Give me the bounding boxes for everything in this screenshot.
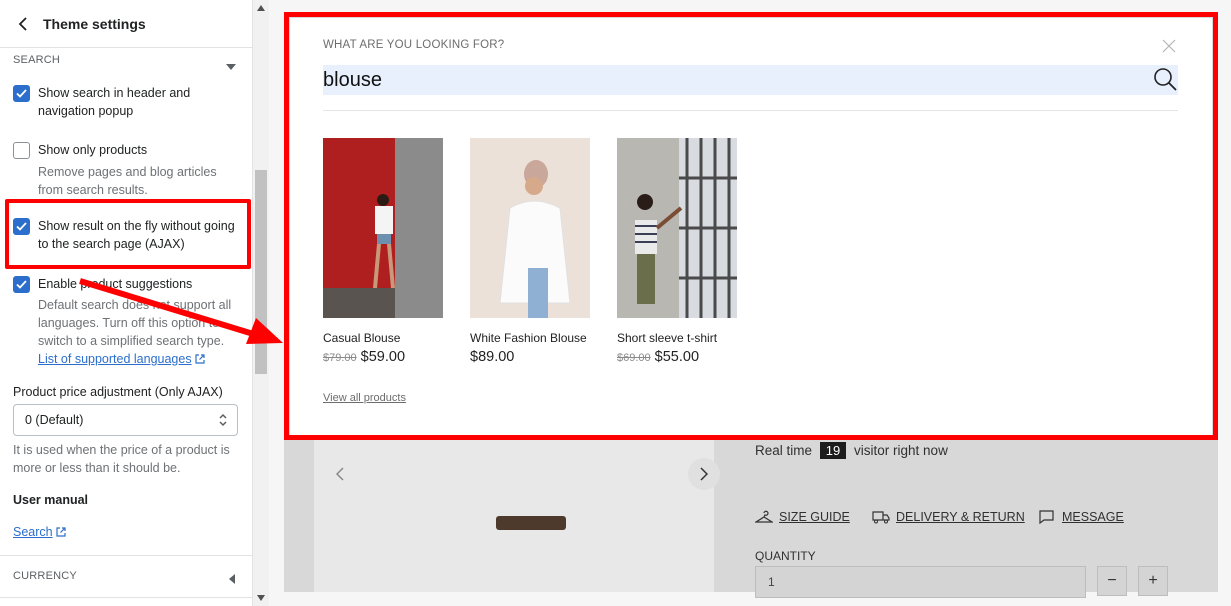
annotation-arrow: [79, 278, 283, 344]
